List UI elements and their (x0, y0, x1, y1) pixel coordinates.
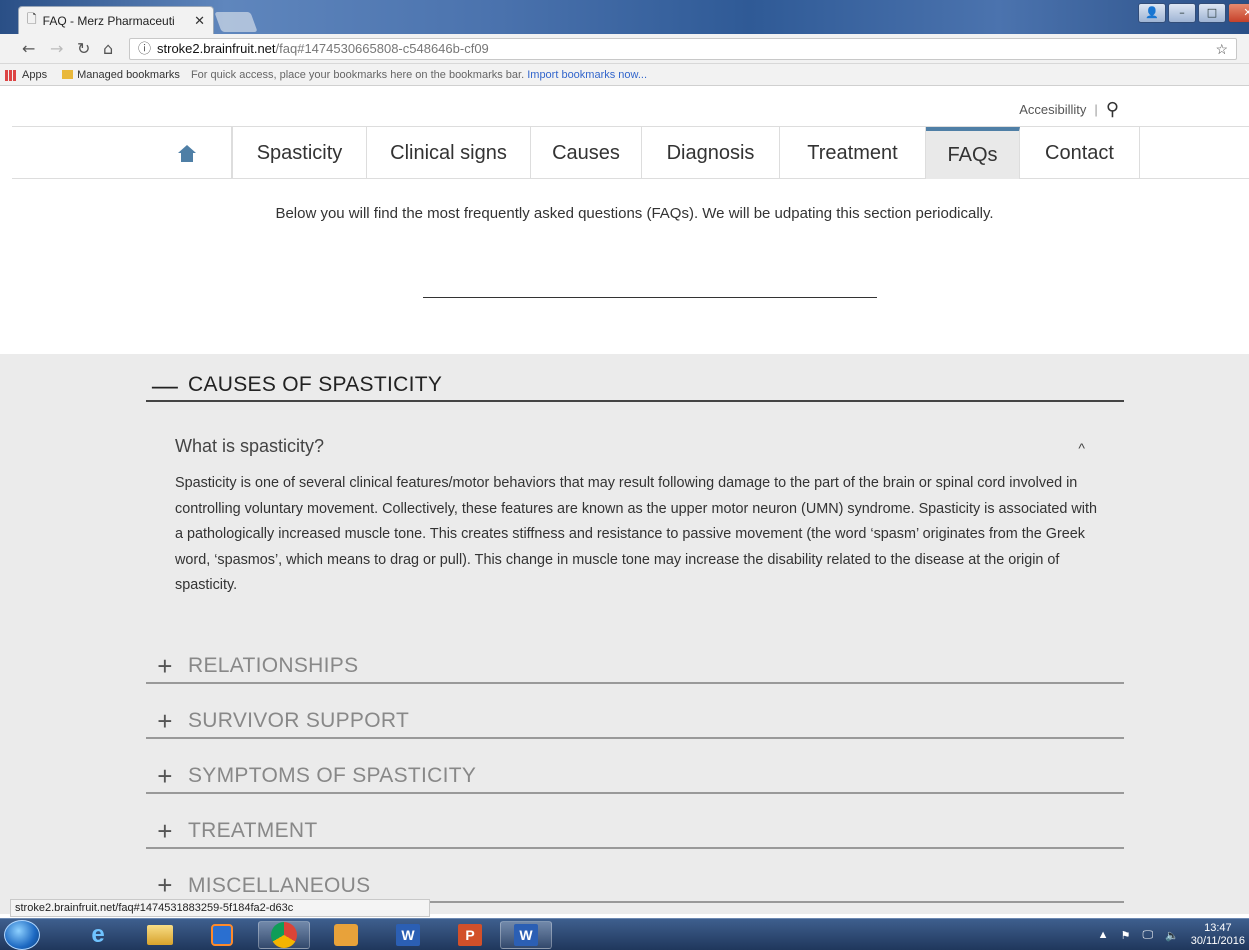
expand-icon: + (157, 870, 173, 900)
bookmarks-bar: Apps Managed bookmarks For quick access,… (0, 64, 1249, 86)
home-icon (178, 144, 196, 162)
section-title: MISCELLANEOUS (188, 873, 371, 897)
volume-muted-icon[interactable]: 🔈 (1165, 929, 1179, 942)
section-title: SURVIVOR SUPPORT (188, 709, 410, 732)
explorer-icon[interactable] (134, 921, 186, 949)
section-title: RELATIONSHIPS (188, 654, 359, 677)
show-hidden-icons-icon[interactable]: ▲ (1098, 929, 1109, 941)
url-path: /faq#1474530665808-c548646b-cf09 (275, 41, 489, 56)
folder-icon (62, 70, 74, 79)
nav-home[interactable] (143, 127, 232, 179)
taskbar: e W P W ▲ ⚑ 🖵 🔈 13:47 30/11/2016 (0, 918, 1249, 950)
nav-clinical-signs[interactable]: Clinical signs (367, 127, 531, 179)
section-title: SYMPTOMS OF SPASTICITY (188, 764, 477, 787)
chrome-icon[interactable] (258, 921, 310, 949)
back-icon[interactable]: ← (22, 39, 35, 58)
section-title: TREATMENT (188, 819, 318, 842)
nav-diagnosis[interactable]: Diagnosis (642, 127, 780, 179)
faq-section-treatment[interactable]: + TREATMENT (146, 815, 1124, 849)
page-icon: 🗋 (27, 12, 37, 26)
network-icon[interactable]: 🖵 (1142, 929, 1153, 942)
section-title: CAUSES OF SPASTICITY (188, 373, 443, 396)
word-icon[interactable]: W (382, 921, 434, 949)
maximize-icon[interactable]: □ (1198, 3, 1226, 23)
utility-separator: | (1094, 102, 1098, 117)
question-text: What is spasticity? (175, 436, 325, 456)
media-player-icon[interactable] (196, 921, 248, 949)
main-nav: Spasticity Clinical signs Causes Diagnos… (12, 126, 1249, 179)
faq-section-survivor-support[interactable]: + SURVIVOR SUPPORT (146, 705, 1124, 739)
browser-tab[interactable]: 🗋 FAQ - Merz Pharmaceuti ✕ (18, 6, 214, 34)
import-bookmarks-link[interactable]: Import bookmarks now... (527, 69, 647, 81)
expand-icon: + (157, 815, 173, 846)
address-bar[interactable]: ⓘ stroke2.brainfruit.net/faq#147453066580… (129, 38, 1237, 60)
status-url-tooltip: stroke2.brainfruit.net/faq#1474531883259… (10, 899, 430, 917)
nav-contact[interactable]: Contact (1020, 127, 1140, 179)
url-host: stroke2.brainfruit.net (157, 41, 276, 56)
window-controls: 👤 – □ ✕ (1138, 3, 1249, 23)
browser-toolbar: ← → ↻ ⌂ ⓘ stroke2.brainfruit.net/faq#1474… (0, 34, 1249, 64)
window-close-icon[interactable]: ✕ (1228, 3, 1249, 23)
faq-section-symptoms[interactable]: + SYMPTOMS OF SPASTICITY (146, 760, 1124, 794)
home-page-icon[interactable]: ⌂ (103, 39, 113, 58)
browser-titlebar: 🗋 FAQ - Merz Pharmaceuti ✕ 👤 – □ ✕ (0, 0, 1249, 34)
start-button[interactable] (4, 920, 40, 950)
clock-date: 30/11/2016 (1190, 935, 1245, 947)
clock-time: 13:47 (1204, 922, 1232, 934)
bookmarks-hint: For quick access, place your bookmarks h… (190, 69, 525, 81)
system-tray: ▲ ⚑ 🖵 🔈 13:47 30/11/2016 (1098, 919, 1249, 950)
chevron-up-icon[interactable]: ^ (1078, 440, 1085, 456)
info-icon[interactable]: ⓘ (138, 41, 151, 56)
reload-icon[interactable]: ↻ (77, 39, 90, 58)
word-icon[interactable]: W (500, 921, 552, 949)
search-icon[interactable]: ⚲ (1106, 99, 1119, 120)
intro-text: Below you will find the most frequently … (275, 205, 994, 222)
utility-bar: Accesibillity | ⚲ (1019, 99, 1119, 120)
nav-spasticity[interactable]: Spasticity (232, 127, 367, 179)
close-tab-icon[interactable]: ✕ (194, 13, 205, 29)
divider (423, 297, 877, 298)
apps-icon[interactable] (5, 70, 16, 81)
bookmark-star-icon[interactable]: ☆ (1215, 39, 1228, 59)
user-icon[interactable]: 👤 (1138, 3, 1166, 23)
nav-causes[interactable]: Causes (531, 127, 642, 179)
expand-icon: + (157, 760, 173, 791)
faq-section-relationships[interactable]: + RELATIONSHIPS (146, 650, 1124, 684)
outlook-icon[interactable] (320, 921, 372, 949)
minimize-icon[interactable]: – (1168, 3, 1196, 23)
nav-faqs[interactable]: FAQs (926, 127, 1020, 179)
ie-icon[interactable]: e (72, 921, 124, 949)
tab-title: FAQ - Merz Pharmaceuti (42, 13, 175, 28)
faq-answer: Spasticity is one of several clinical fe… (175, 475, 1097, 593)
faq-section-causes[interactable]: — CAUSES OF SPASTICITY (146, 370, 1124, 402)
managed-bookmarks-link[interactable]: Managed bookmarks (77, 69, 180, 81)
faq-question[interactable]: What is spasticity? ^ (175, 436, 1095, 457)
flag-icon[interactable]: ⚑ (1121, 929, 1131, 942)
expand-icon: + (157, 705, 173, 736)
accessibility-link[interactable]: Accesibillity (1019, 102, 1086, 117)
clock[interactable]: 13:47 30/11/2016 (1191, 922, 1245, 948)
new-tab-button[interactable] (214, 12, 258, 32)
nav-treatment[interactable]: Treatment (780, 127, 926, 179)
collapse-icon: — (151, 369, 179, 400)
apps-link[interactable]: Apps (22, 69, 47, 81)
forward-icon[interactable]: → (50, 39, 63, 58)
powerpoint-icon[interactable]: P (444, 921, 496, 949)
expand-icon: + (157, 650, 173, 681)
